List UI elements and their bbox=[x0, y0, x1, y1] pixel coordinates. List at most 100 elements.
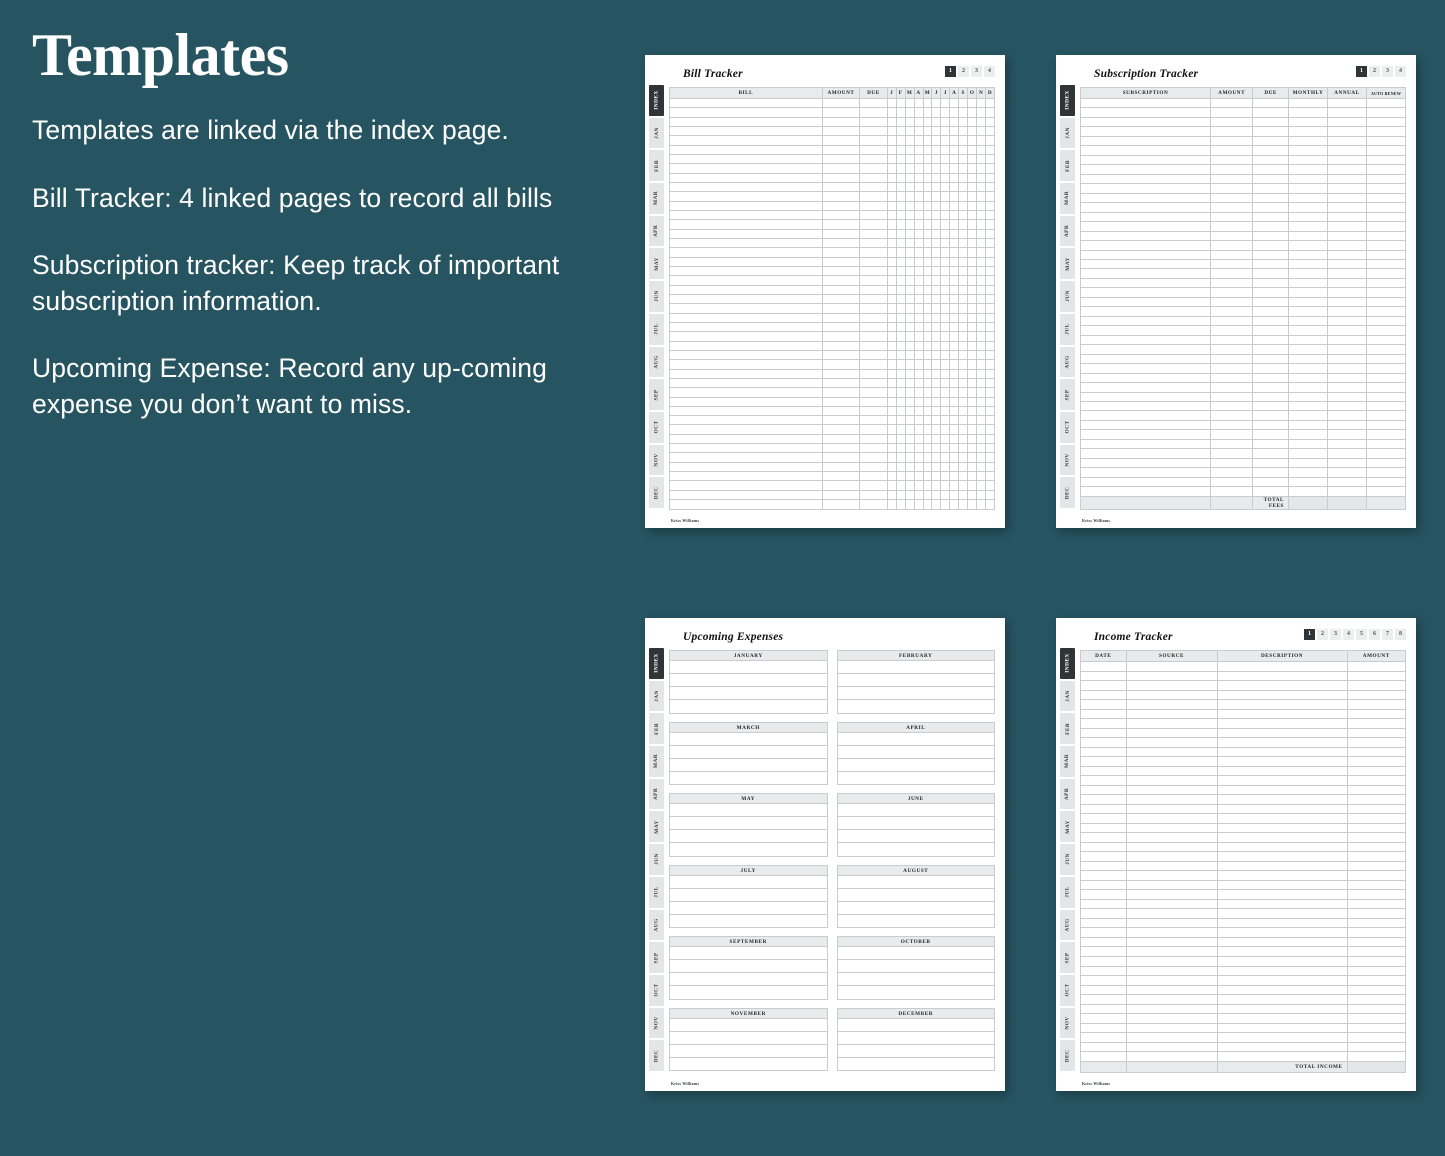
table-cell[interactable] bbox=[913, 116, 924, 128]
table-cell[interactable] bbox=[821, 359, 861, 370]
table-cell[interactable] bbox=[967, 284, 978, 295]
table-cell[interactable] bbox=[940, 181, 951, 193]
table-cell[interactable] bbox=[886, 97, 897, 109]
side-tab-index[interactable]: INDEX bbox=[1060, 85, 1075, 116]
table-cell[interactable] bbox=[1366, 344, 1406, 355]
table-cell[interactable] bbox=[1209, 107, 1254, 118]
table-cell[interactable] bbox=[1288, 382, 1328, 393]
table-cell[interactable] bbox=[1125, 1013, 1218, 1024]
table-cell[interactable] bbox=[949, 312, 960, 323]
table-cell[interactable] bbox=[958, 163, 969, 174]
table-cell[interactable] bbox=[1327, 107, 1367, 118]
table-cell[interactable] bbox=[1366, 145, 1406, 156]
table-cell[interactable] bbox=[1209, 192, 1254, 204]
table-cell[interactable] bbox=[1125, 784, 1218, 796]
table-cell[interactable] bbox=[1327, 429, 1367, 440]
table-cell[interactable] bbox=[913, 275, 924, 286]
table-cell[interactable] bbox=[1346, 994, 1406, 1005]
table-cell[interactable] bbox=[913, 247, 924, 258]
table-cell[interactable] bbox=[922, 275, 933, 286]
table-cell[interactable] bbox=[967, 135, 978, 146]
table-cell[interactable] bbox=[821, 228, 861, 239]
table-cell[interactable] bbox=[1252, 457, 1289, 469]
table-cell[interactable] bbox=[1366, 287, 1406, 298]
table-cell[interactable] bbox=[1080, 363, 1211, 374]
table-cell[interactable] bbox=[976, 377, 987, 389]
side-tab-sep[interactable]: SEP bbox=[649, 942, 664, 973]
table-cell[interactable] bbox=[1080, 97, 1211, 109]
page-tab-2[interactable]: 2 bbox=[1317, 629, 1328, 640]
page-tab-3[interactable]: 3 bbox=[971, 66, 982, 77]
table-cell[interactable] bbox=[1252, 315, 1289, 327]
table-cell[interactable] bbox=[931, 321, 942, 333]
table-cell[interactable] bbox=[669, 405, 823, 417]
table-cell[interactable] bbox=[1327, 192, 1367, 204]
table-cell[interactable] bbox=[1080, 296, 1211, 308]
side-tab-jan[interactable]: JAN bbox=[649, 117, 664, 149]
page-tab-group[interactable]: 1234 bbox=[1356, 66, 1406, 77]
table-cell[interactable] bbox=[821, 200, 861, 211]
table-cell[interactable] bbox=[967, 181, 978, 193]
month-entry-line[interactable] bbox=[837, 986, 994, 999]
table-cell[interactable] bbox=[913, 265, 924, 277]
table-cell[interactable] bbox=[985, 284, 995, 295]
table-cell[interactable] bbox=[895, 331, 906, 342]
table-cell[interactable] bbox=[821, 135, 861, 146]
table-cell[interactable] bbox=[1327, 249, 1367, 260]
table-cell[interactable] bbox=[1252, 221, 1289, 232]
table-cell[interactable] bbox=[1080, 382, 1211, 393]
table-cell[interactable] bbox=[1327, 363, 1367, 374]
month-entry-line[interactable] bbox=[837, 817, 994, 831]
table-cell[interactable] bbox=[1216, 813, 1348, 824]
table-cell[interactable] bbox=[949, 359, 960, 370]
table-cell[interactable] bbox=[904, 275, 915, 286]
table-cell[interactable] bbox=[976, 284, 987, 295]
table-cell[interactable] bbox=[1080, 994, 1127, 1005]
table-cell[interactable] bbox=[985, 433, 995, 445]
table-cell[interactable] bbox=[886, 480, 897, 491]
table-cell[interactable] bbox=[895, 461, 906, 473]
table-cell[interactable] bbox=[1366, 230, 1406, 242]
side-tab-mar[interactable]: MAR bbox=[1060, 746, 1075, 777]
table-cell[interactable] bbox=[1346, 689, 1406, 701]
table-cell[interactable] bbox=[940, 247, 951, 258]
table-cell[interactable] bbox=[976, 499, 987, 510]
table-cell[interactable] bbox=[913, 303, 924, 314]
table-cell[interactable] bbox=[976, 312, 987, 323]
table-cell[interactable] bbox=[949, 293, 960, 305]
table-cell[interactable] bbox=[1216, 670, 1348, 682]
table-cell[interactable] bbox=[1366, 457, 1406, 469]
table-cell[interactable] bbox=[1080, 813, 1127, 824]
table-cell[interactable] bbox=[669, 293, 823, 305]
month-entry-line[interactable] bbox=[670, 1057, 827, 1070]
table-cell[interactable] bbox=[886, 191, 897, 202]
table-cell[interactable] bbox=[958, 387, 969, 398]
table-cell[interactable] bbox=[967, 359, 978, 370]
table-cell[interactable] bbox=[913, 377, 924, 389]
table-cell[interactable] bbox=[913, 433, 924, 445]
table-cell[interactable] bbox=[1252, 382, 1289, 393]
table-cell[interactable] bbox=[1209, 183, 1254, 194]
table-cell[interactable] bbox=[1252, 126, 1289, 137]
table-cell[interactable] bbox=[669, 461, 823, 473]
table-cell[interactable] bbox=[1252, 97, 1289, 109]
table-cell[interactable] bbox=[1346, 784, 1406, 796]
table-cell[interactable] bbox=[1288, 486, 1328, 497]
table-cell[interactable] bbox=[1080, 1041, 1127, 1053]
table-cell[interactable] bbox=[1252, 240, 1289, 251]
table-cell[interactable] bbox=[904, 331, 915, 342]
table-cell[interactable] bbox=[895, 303, 906, 314]
table-cell[interactable] bbox=[1346, 936, 1406, 948]
table-cell[interactable] bbox=[931, 312, 942, 323]
table-cell[interactable] bbox=[949, 480, 960, 491]
table-cell[interactable] bbox=[1080, 699, 1127, 710]
table-cell[interactable] bbox=[904, 116, 915, 128]
table-cell[interactable] bbox=[949, 499, 960, 510]
month-entry-line[interactable] bbox=[837, 875, 994, 889]
table-cell[interactable] bbox=[1346, 889, 1406, 900]
table-cell[interactable] bbox=[886, 209, 897, 221]
table-cell[interactable] bbox=[895, 125, 906, 137]
side-tab-may[interactable]: MAY bbox=[649, 811, 664, 843]
table-cell[interactable] bbox=[821, 489, 861, 501]
table-cell[interactable] bbox=[886, 312, 897, 323]
